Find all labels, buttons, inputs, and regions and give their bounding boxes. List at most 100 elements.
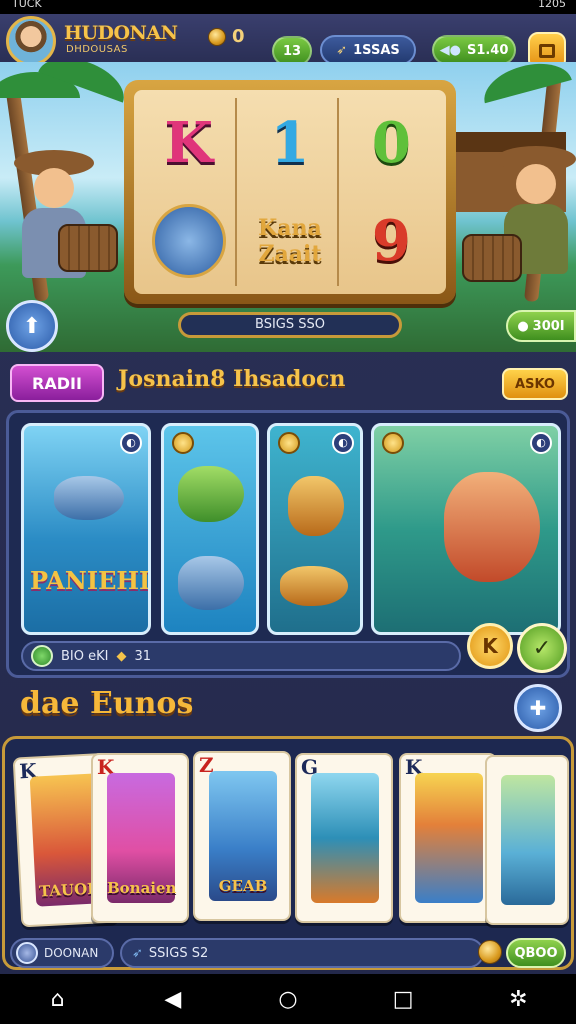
slot-reels-frame: K 1 Kana Zaait 0 9 [124, 80, 456, 304]
lock-icon: ◐ [120, 432, 142, 454]
bonus-value: 300I [532, 318, 565, 334]
bonus-pill[interactable]: ● 300I [506, 310, 576, 342]
home-icon[interactable]: ⌂ [28, 987, 88, 1012]
coin-count: 0 [232, 26, 245, 47]
lock-icon: ◐ [530, 432, 552, 454]
striped-fish-icon [280, 566, 348, 606]
game-tile[interactable] [161, 423, 259, 635]
game-title: HUDONAN [64, 22, 178, 44]
check-icon: ✓ [532, 635, 552, 661]
back-button[interactable]: ⬆ [6, 300, 58, 352]
pin-icon: ➶ [132, 945, 143, 961]
bottom-bar: DOONAN ➶ SSIGS S2 QBOO [10, 938, 566, 968]
app-root: TUCK 1205 HUDONAN DHDOUSAS 0 13 ➶ 1SSAS … [0, 0, 576, 1024]
reel-wild-text: Kana [258, 215, 322, 241]
slot-scene: K 1 Kana Zaait 0 9 BSIGS SSO ⬆ ● 300I [0, 62, 576, 352]
green-fish-icon [178, 466, 244, 522]
card-caption: Bonaien [107, 879, 177, 897]
hooked-fish-icon [288, 476, 344, 536]
reel-symbol: 1 [270, 110, 310, 176]
lock-icon: ◐ [332, 432, 354, 454]
home-circle-icon[interactable]: ○ [258, 987, 318, 1012]
section-title: Josnain8 Ihsadocn [118, 366, 346, 392]
reel-column: K [142, 98, 238, 286]
drum-right [462, 234, 522, 282]
back-triangle-icon[interactable]: ◀ [143, 987, 203, 1012]
game-tiles-panel: ◐ PANIEHIA ◐ ◐ BIO eKI ◆ 31 K ✓ [6, 410, 570, 678]
status-bar: TUCK 1205 [0, 0, 576, 14]
player-avatar[interactable] [6, 16, 56, 66]
cards-section-title: dae Eunos [20, 686, 194, 721]
reel-symbol: 9 [371, 208, 411, 274]
status-left-text: TUCK [12, 0, 42, 10]
fish-hook-icon: ➶ [336, 42, 348, 58]
coin-icon [208, 27, 226, 46]
tiles-footer-value: 31 [134, 648, 152, 664]
card-art [415, 773, 483, 903]
collect-button[interactable]: QBOO [506, 938, 566, 968]
reel-symbol: K [164, 110, 213, 176]
diamond-icon: ◆ [116, 648, 127, 664]
fish-icon: ◀● [439, 42, 461, 58]
card-art [311, 773, 379, 903]
tile-label: PANIEHIA [30, 566, 151, 595]
cash-pill[interactable]: ◀● S1.40 [432, 35, 516, 65]
k-round-button[interactable]: K [467, 623, 513, 669]
cards-panel: K TAUOK K Bonaien Z GEAB G K [2, 736, 574, 970]
reel-symbol-wild: Kana Zaait [243, 196, 336, 286]
playing-card[interactable]: Z GEAB [193, 751, 291, 921]
coin-counter: 0 [208, 26, 245, 47]
info-bar-label: SSIGS S2 [148, 945, 209, 961]
slot-reels[interactable]: K 1 Kana Zaait 0 9 [134, 90, 446, 294]
score-pill[interactable]: ➶ 1SSAS [320, 35, 416, 65]
game-tile[interactable]: ◐ PANIEHIA [21, 423, 151, 635]
top-header: HUDONAN DHDOUSAS 0 13 ➶ 1SSAS ◀● S1.40 [0, 14, 576, 70]
leaf-icon [31, 645, 53, 667]
cash-value: S1.40 [466, 42, 509, 58]
shark-badge-icon [151, 204, 226, 278]
jumping-trout-icon [444, 472, 540, 582]
puzzle-icon: ✚ [529, 696, 547, 720]
recents-square-icon[interactable]: □ [373, 987, 433, 1012]
reel-column: 1 Kana Zaait [243, 98, 339, 286]
reel-column: 0 9 [345, 98, 438, 286]
reel-symbol: 0 [371, 110, 411, 176]
category-tag-button[interactable]: RADII [10, 364, 104, 402]
tiles-footer-bar[interactable]: BIO eKI ◆ 31 [21, 641, 461, 671]
info-bar[interactable]: ➶ SSIGS S2 [120, 938, 484, 968]
coin-icon [382, 432, 404, 454]
cards-settings-button[interactable]: ✚ [514, 684, 562, 732]
card-art [501, 775, 555, 905]
reel-wild-text-2: Zaait [258, 241, 322, 267]
status-clock: 1205 [538, 0, 566, 10]
profile-chip[interactable]: DOONAN [10, 938, 114, 968]
blue-fish-icon [178, 556, 244, 610]
reel-symbol-badge [142, 196, 235, 286]
coin-stack-icon: ● [517, 318, 529, 334]
profile-chip-label: DOONAN [44, 946, 99, 960]
arrow-up-icon: ⬆ [22, 313, 42, 339]
gems-count: 13 [282, 43, 302, 59]
game-tile-featured[interactable]: ◐ [371, 423, 561, 635]
card-caption: GEAB [218, 877, 268, 895]
spin-bar[interactable]: BSIGS SSO [178, 312, 402, 338]
playing-card[interactable] [485, 755, 569, 925]
coin-icon [172, 432, 194, 454]
game-subtitle: DHDOUSAS [66, 44, 128, 55]
playing-card[interactable]: K [399, 753, 497, 923]
game-tile[interactable]: ◐ [267, 423, 363, 635]
tiles-footer-text: BIO eKI [61, 648, 109, 664]
menu-icon [539, 44, 555, 58]
playing-card[interactable]: G [295, 753, 393, 923]
playing-card[interactable]: K Bonaien [91, 753, 189, 923]
profile-icon [16, 942, 38, 964]
settings-gear-icon[interactable]: ✲ [488, 987, 548, 1012]
drum-left [58, 224, 118, 272]
section-action-button[interactable]: ASKO [502, 368, 568, 400]
coin-icon [278, 432, 300, 454]
system-nav-bar: ⌂ ◀ ○ □ ✲ [0, 974, 576, 1024]
coin-icon [478, 940, 502, 964]
score-value: 1SSAS [353, 42, 400, 58]
play-round-button[interactable]: ✓ [517, 623, 567, 673]
tuna-fish-icon [54, 476, 124, 520]
